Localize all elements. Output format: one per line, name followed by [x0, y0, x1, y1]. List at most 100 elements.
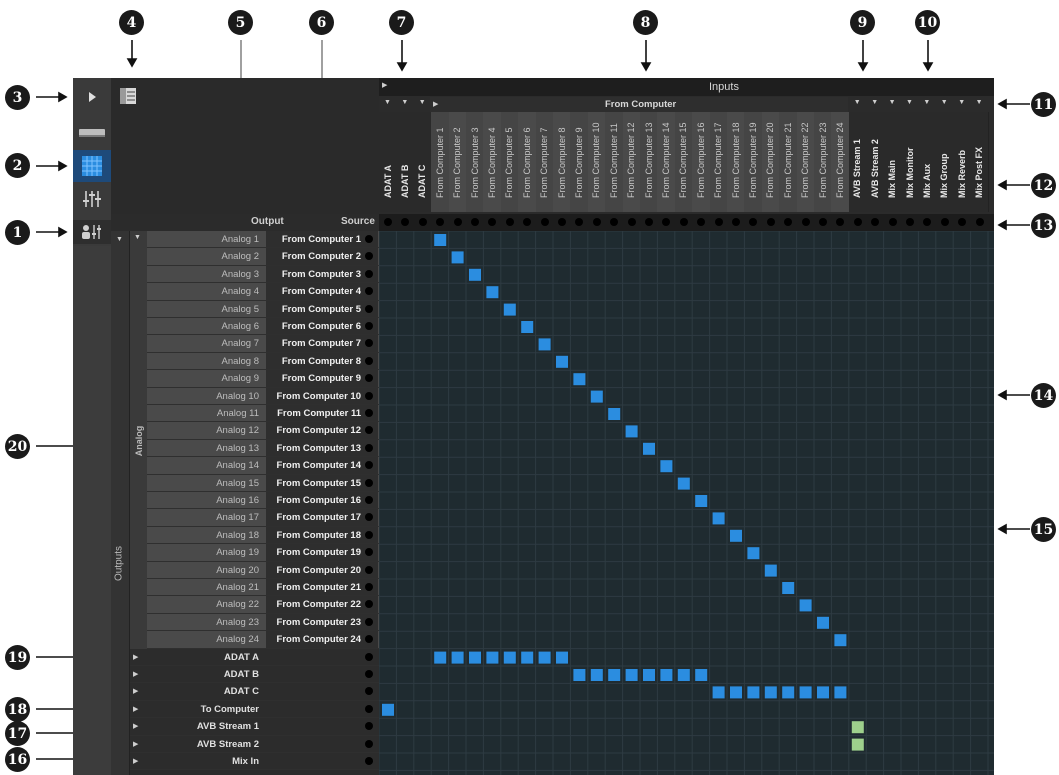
device-view-button[interactable]: [73, 118, 111, 148]
outputs-collapse-arrow-icon[interactable]: ▼: [116, 236, 123, 243]
routing-view-button[interactable]: [73, 150, 111, 182]
route-cell[interactable]: [695, 669, 708, 681]
input-column-header[interactable]: From Computer 3: [466, 112, 485, 212]
route-cell[interactable]: [817, 616, 829, 629]
column-collapse-arrow-icon[interactable]: ▼: [889, 99, 896, 106]
route-cell[interactable]: [747, 547, 760, 560]
input-column-header[interactable]: ADAT B: [396, 112, 415, 212]
route-cell[interactable]: [556, 651, 568, 664]
row-expand-arrow-icon[interactable]: ▶: [133, 722, 138, 730]
row-expand-arrow-icon[interactable]: ▶: [133, 740, 138, 748]
route-cell[interactable]: [625, 425, 638, 438]
route-cell[interactable]: [764, 686, 777, 699]
column-collapse-arrow-icon[interactable]: ▼: [906, 99, 913, 106]
route-cell[interactable]: [712, 512, 725, 525]
input-column-header[interactable]: From Computer 24: [831, 112, 850, 212]
input-column-header[interactable]: Mix Aux: [918, 112, 937, 212]
input-column-header[interactable]: From Computer 23: [814, 112, 833, 212]
route-cell[interactable]: [573, 373, 586, 386]
input-column-header[interactable]: From Computer 22: [796, 112, 815, 212]
route-cell[interactable]: [503, 303, 516, 316]
input-column-header[interactable]: From Computer 8: [553, 112, 572, 212]
toggle-names-button[interactable]: [118, 86, 138, 106]
route-cell[interactable]: [799, 599, 812, 612]
route-cell[interactable]: [782, 582, 795, 594]
route-cell[interactable]: [556, 355, 568, 368]
row-expand-arrow-icon[interactable]: ▶: [133, 653, 138, 661]
input-column-header[interactable]: From Computer 14: [657, 112, 676, 212]
route-cell[interactable]: [712, 686, 725, 699]
route-cell[interactable]: [469, 651, 481, 664]
route-cell[interactable]: [434, 234, 447, 246]
route-cell[interactable]: [834, 686, 847, 699]
input-column-header[interactable]: From Computer 11: [605, 112, 624, 212]
input-column-header[interactable]: From Computer 2: [448, 112, 467, 212]
route-cell[interactable]: [643, 442, 655, 455]
route-cell[interactable]: [590, 390, 603, 403]
route-cell[interactable]: [660, 669, 673, 681]
route-cell[interactable]: [486, 651, 499, 664]
column-collapse-arrow-icon[interactable]: ▼: [419, 99, 426, 106]
route-cell[interactable]: [538, 651, 551, 664]
row-expand-arrow-icon[interactable]: ▶: [133, 687, 138, 695]
input-column-header[interactable]: From Computer 1: [431, 112, 450, 212]
input-column-header[interactable]: AVB Stream 1: [848, 112, 868, 212]
route-cell[interactable]: [799, 686, 812, 699]
column-collapse-arrow-icon[interactable]: ▼: [941, 99, 948, 106]
collapse-from-computer-arrow-icon[interactable]: ▶: [433, 100, 438, 108]
route-cell[interactable]: [608, 408, 621, 420]
route-cell[interactable]: [730, 529, 742, 542]
route-cell[interactable]: [451, 251, 464, 264]
input-column-header[interactable]: From Computer 18: [727, 112, 746, 212]
route-cell[interactable]: [817, 686, 829, 699]
input-column-header[interactable]: From Computer 17: [709, 112, 728, 212]
input-column-header[interactable]: From Computer 5: [500, 112, 520, 212]
mixer-view-button[interactable]: [73, 184, 111, 214]
route-cell[interactable]: [625, 669, 638, 681]
route-cell[interactable]: [521, 321, 534, 333]
route-cell[interactable]: [677, 669, 690, 681]
input-column-header[interactable]: From Computer 10: [587, 112, 607, 212]
row-expand-arrow-icon[interactable]: ▶: [133, 705, 138, 713]
input-column-header[interactable]: From Computer 12: [622, 112, 641, 212]
route-cell[interactable]: [434, 651, 447, 664]
column-collapse-arrow-icon[interactable]: ▼: [923, 99, 930, 106]
route-cell[interactable]: [764, 564, 777, 577]
route-cell[interactable]: [521, 651, 534, 664]
input-column-header[interactable]: From Computer 20: [761, 112, 781, 212]
route-cell[interactable]: [695, 495, 708, 507]
route-cell[interactable]: [503, 651, 516, 664]
route-cell[interactable]: [660, 460, 673, 473]
route-cell[interactable]: [834, 634, 847, 647]
route-cell[interactable]: [538, 338, 551, 351]
column-collapse-arrow-icon[interactable]: ▼: [384, 99, 391, 106]
route-cell[interactable]: [730, 686, 742, 699]
route-cell[interactable]: [747, 686, 760, 699]
route-cell[interactable]: [590, 669, 603, 681]
input-column-header[interactable]: From Computer 4: [483, 112, 502, 212]
input-column-header[interactable]: From Computer 9: [570, 112, 589, 212]
input-column-header[interactable]: Mix Post FX: [970, 112, 989, 212]
input-column-header[interactable]: From Computer 7: [535, 112, 554, 212]
input-column-header[interactable]: From Computer 13: [640, 112, 659, 212]
column-collapse-arrow-icon[interactable]: ▼: [401, 99, 408, 106]
input-column-header[interactable]: From Computer 21: [779, 112, 798, 212]
input-column-header[interactable]: Mix Group: [935, 112, 955, 212]
route-cell[interactable]: [851, 738, 864, 751]
route-cell[interactable]: [782, 686, 795, 699]
column-collapse-arrow-icon[interactable]: ▼: [976, 99, 983, 106]
routing-grid[interactable]: [379, 231, 994, 775]
input-column-header[interactable]: Mix Main: [883, 112, 902, 212]
input-column-header[interactable]: Mix Monitor: [901, 112, 920, 212]
input-column-header[interactable]: From Computer 19: [744, 112, 763, 212]
route-cell[interactable]: [573, 669, 586, 681]
input-column-header[interactable]: ADAT C: [413, 112, 433, 212]
expand-sidebar-button[interactable]: [73, 82, 111, 112]
route-cell[interactable]: [486, 286, 499, 299]
row-expand-arrow-icon[interactable]: ▶: [133, 757, 138, 765]
input-column-header[interactable]: ADAT A: [379, 112, 398, 212]
input-column-header[interactable]: Mix Reverb: [953, 112, 972, 212]
input-column-header[interactable]: From Computer 6: [518, 112, 537, 212]
route-cell[interactable]: [608, 669, 621, 681]
expand-inputs-arrow-icon[interactable]: ▶: [382, 81, 387, 89]
